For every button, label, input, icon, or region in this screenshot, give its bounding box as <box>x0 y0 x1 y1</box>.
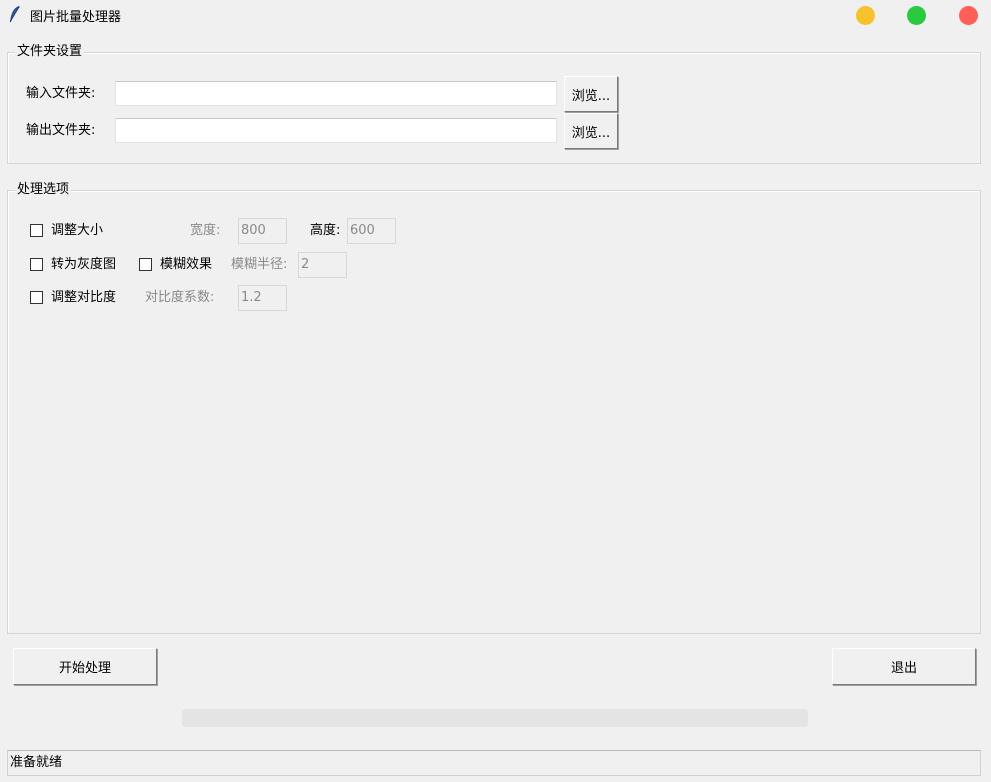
title-bar: 图片批量处理器 <box>0 0 991 30</box>
width-input[interactable]: 800 <box>238 218 287 244</box>
resize-label[interactable]: 调整大小 <box>51 223 103 239</box>
grayscale-label[interactable]: 转为灰度图 <box>51 257 116 273</box>
contrast-label[interactable]: 调整对比度 <box>51 290 116 306</box>
blur-checkbox[interactable] <box>139 258 152 271</box>
folder-settings-group: 文件夹设置 <box>7 44 981 164</box>
start-processing-button[interactable]: 开始处理 <box>13 648 157 685</box>
browse-output-button[interactable]: 浏览... <box>564 113 618 149</box>
blur-radius-label: 模糊半径: <box>231 257 288 272</box>
contrast-factor-input[interactable]: 1.2 <box>238 285 287 311</box>
window-title: 图片批量处理器 <box>30 10 122 25</box>
contrast-factor-label: 对比度系数: <box>145 290 215 305</box>
blur-label[interactable]: 模糊效果 <box>160 257 212 273</box>
processing-options-group: 处理选项 <box>7 182 981 634</box>
input-folder-label: 输入文件夹: <box>26 86 96 101</box>
close-button[interactable] <box>959 6 978 25</box>
feather-icon <box>9 6 20 23</box>
browse-input-button[interactable]: 浏览... <box>564 76 618 112</box>
resize-checkbox[interactable] <box>30 224 43 237</box>
width-label: 宽度: <box>190 223 221 238</box>
contrast-checkbox[interactable] <box>30 291 43 304</box>
output-folder-field[interactable] <box>115 118 557 143</box>
status-bar: 准备就绪 <box>7 750 981 776</box>
blur-radius-input[interactable]: 2 <box>298 252 347 278</box>
output-folder-label: 输出文件夹: <box>26 123 96 138</box>
folder-settings-legend: 文件夹设置 <box>15 44 85 60</box>
status-text: 准备就绪 <box>10 755 63 770</box>
exit-button[interactable]: 退出 <box>832 648 976 685</box>
input-folder-field[interactable] <box>115 81 557 106</box>
maximize-button[interactable] <box>907 6 926 25</box>
processing-options-legend: 处理选项 <box>15 182 72 198</box>
height-label: 高度: <box>310 223 341 238</box>
minimize-button[interactable] <box>856 6 875 25</box>
progress-bar <box>182 709 808 727</box>
height-input[interactable]: 600 <box>347 218 396 244</box>
grayscale-checkbox[interactable] <box>30 258 43 271</box>
